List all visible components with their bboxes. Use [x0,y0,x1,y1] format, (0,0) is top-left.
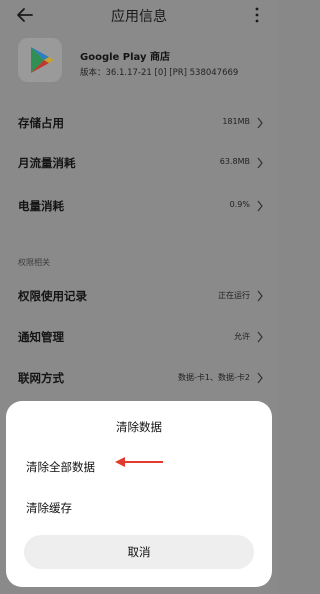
row-battery[interactable]: 电量消耗 0.9% [0,188,278,224]
row-label: 存储占用 [18,116,64,130]
row-label: 联网方式 [18,371,64,385]
chevron-right-icon [257,331,263,343]
row-value: 181MB [222,117,250,126]
row-data-usage[interactable]: 月流量消耗 63.8MB [0,145,278,181]
app-version: 版本：36.1.17-21 [0] [PR] 538047669 [80,68,239,78]
page-title: 应用信息 [111,9,167,25]
chevron-right-icon [257,290,263,302]
google-play-icon [31,47,54,73]
cancel-button[interactable]: 取消 [24,535,254,569]
row-label: 权限使用记录 [18,289,87,303]
app-name: Google Play 商店 [80,52,170,63]
clear-cache-option[interactable]: 清除缓存 [26,494,226,522]
chevron-right-icon [257,372,263,384]
app-icon-tile [18,38,62,82]
row-value: 63.8MB [219,157,250,166]
row-notifications[interactable]: 通知管理 允许 [0,319,278,355]
more-icon[interactable] [254,6,260,24]
row-network[interactable]: 联网方式 数据-卡1、数据-卡2 [0,360,278,396]
row-value: 数据-卡1、数据-卡2 [178,373,250,382]
row-permission-log[interactable]: 权限使用记录 正在运行 [0,278,278,314]
section-label-permissions: 权限相关 [18,258,50,267]
row-label: 通知管理 [18,330,64,344]
row-label: 电量消耗 [18,199,64,213]
chevron-right-icon [257,200,263,212]
row-value: 0.9% [229,200,250,209]
row-value: 允许 [234,332,250,341]
dialog-title: 清除数据 [116,420,162,434]
row-value: 正在运行 [218,291,250,300]
clear-data-dialog: 清除数据 清除全部数据 清除缓存 取消 [6,401,272,587]
row-label: 月流量消耗 [18,156,76,170]
red-arrow-annotation [115,457,163,467]
chevron-right-icon [257,157,263,169]
row-storage[interactable]: 存储占用 181MB [0,105,278,141]
top-bar: 应用信息 [0,0,278,32]
chevron-right-icon [257,117,263,129]
